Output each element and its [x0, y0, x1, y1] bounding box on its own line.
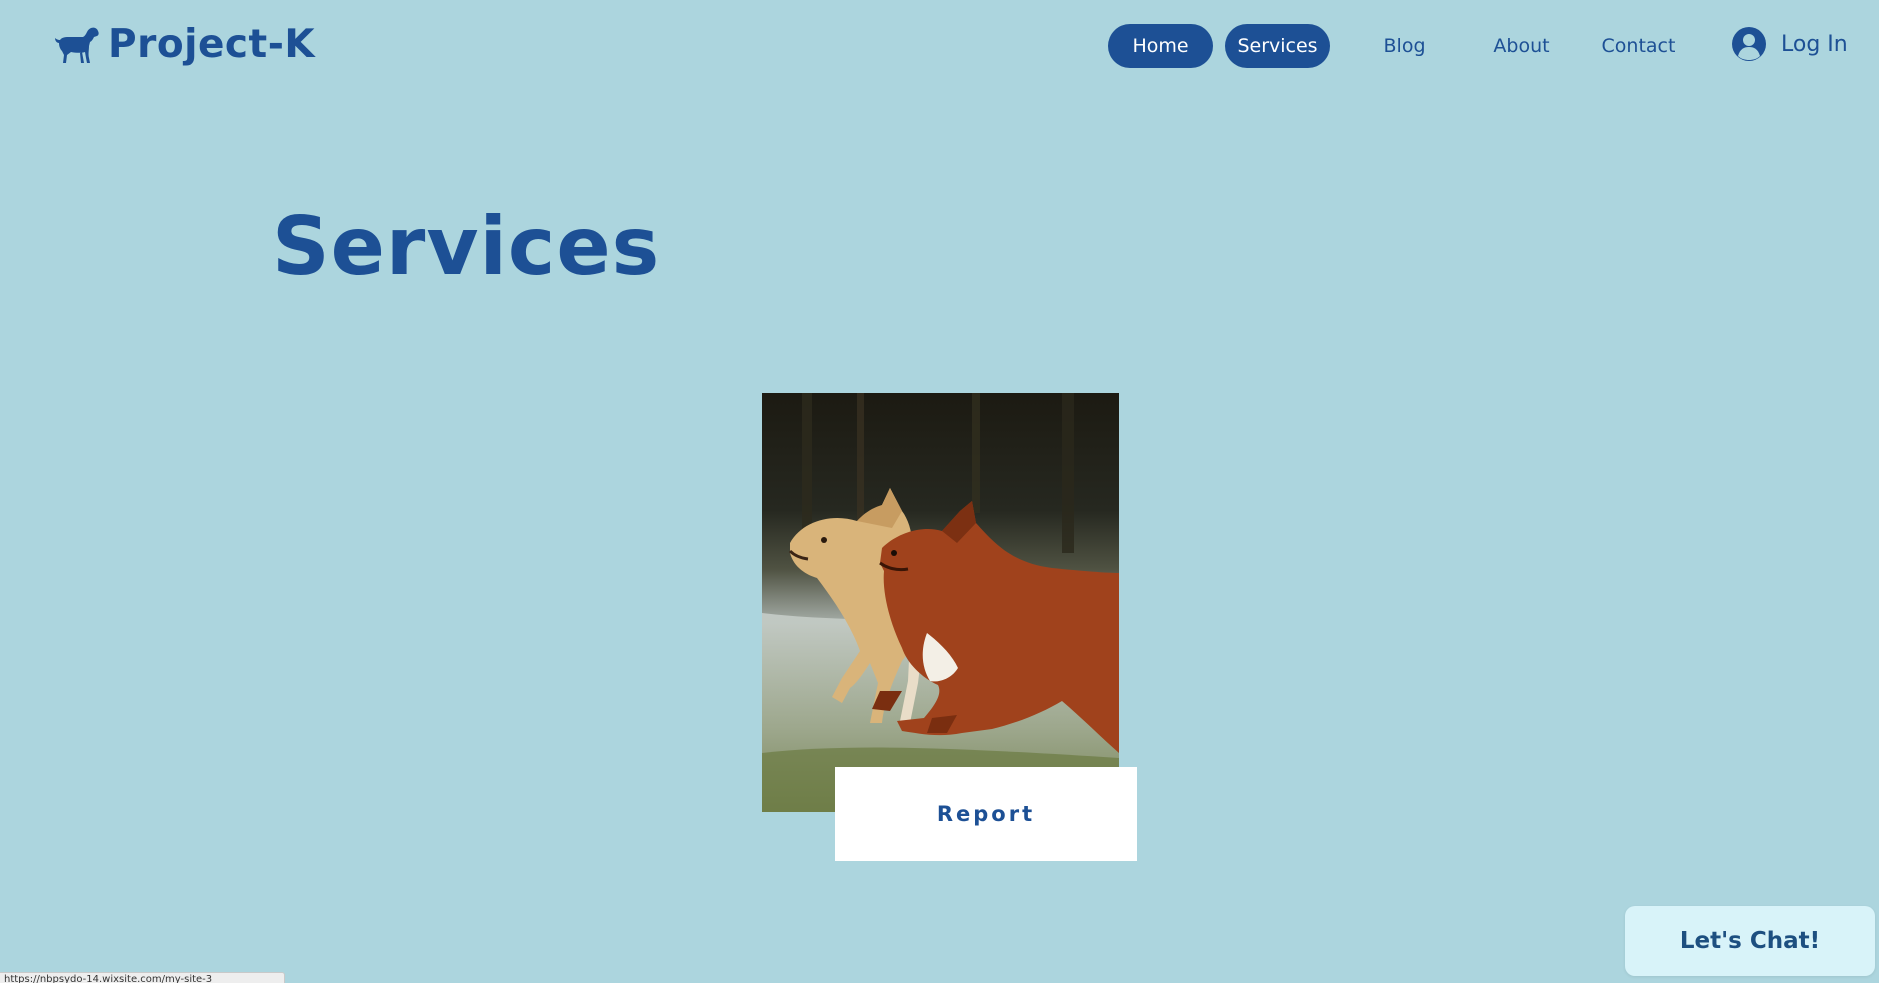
login-label: Log In — [1781, 31, 1848, 57]
report-card-label[interactable]: Report — [835, 767, 1137, 861]
logo-text: Project-K — [108, 22, 316, 67]
main-nav: Home Services Blog About Contact — [1108, 24, 1691, 68]
nav-contact[interactable]: Contact — [1586, 24, 1691, 68]
dog-silhouette-icon — [55, 27, 99, 63]
login-button[interactable]: Log In — [1731, 26, 1848, 62]
user-avatar-icon — [1732, 27, 1766, 61]
page-title: Services — [272, 200, 661, 293]
nav-about[interactable]: About — [1469, 24, 1574, 68]
nav-blog[interactable]: Blog — [1352, 24, 1457, 68]
nav-services[interactable]: Services — [1225, 24, 1330, 68]
chat-button-label: Let's Chat! — [1679, 928, 1821, 954]
report-label-text: Report — [936, 802, 1036, 826]
site-logo[interactable]: Project-K — [54, 22, 315, 67]
status-url-bar: https://nbpsydo-14.wixsite.com/my-site-3 — [0, 972, 285, 983]
nav-home[interactable]: Home — [1108, 24, 1213, 68]
chat-button[interactable]: Let's Chat! — [1625, 906, 1875, 976]
running-dogs-photo[interactable] — [762, 393, 1119, 812]
